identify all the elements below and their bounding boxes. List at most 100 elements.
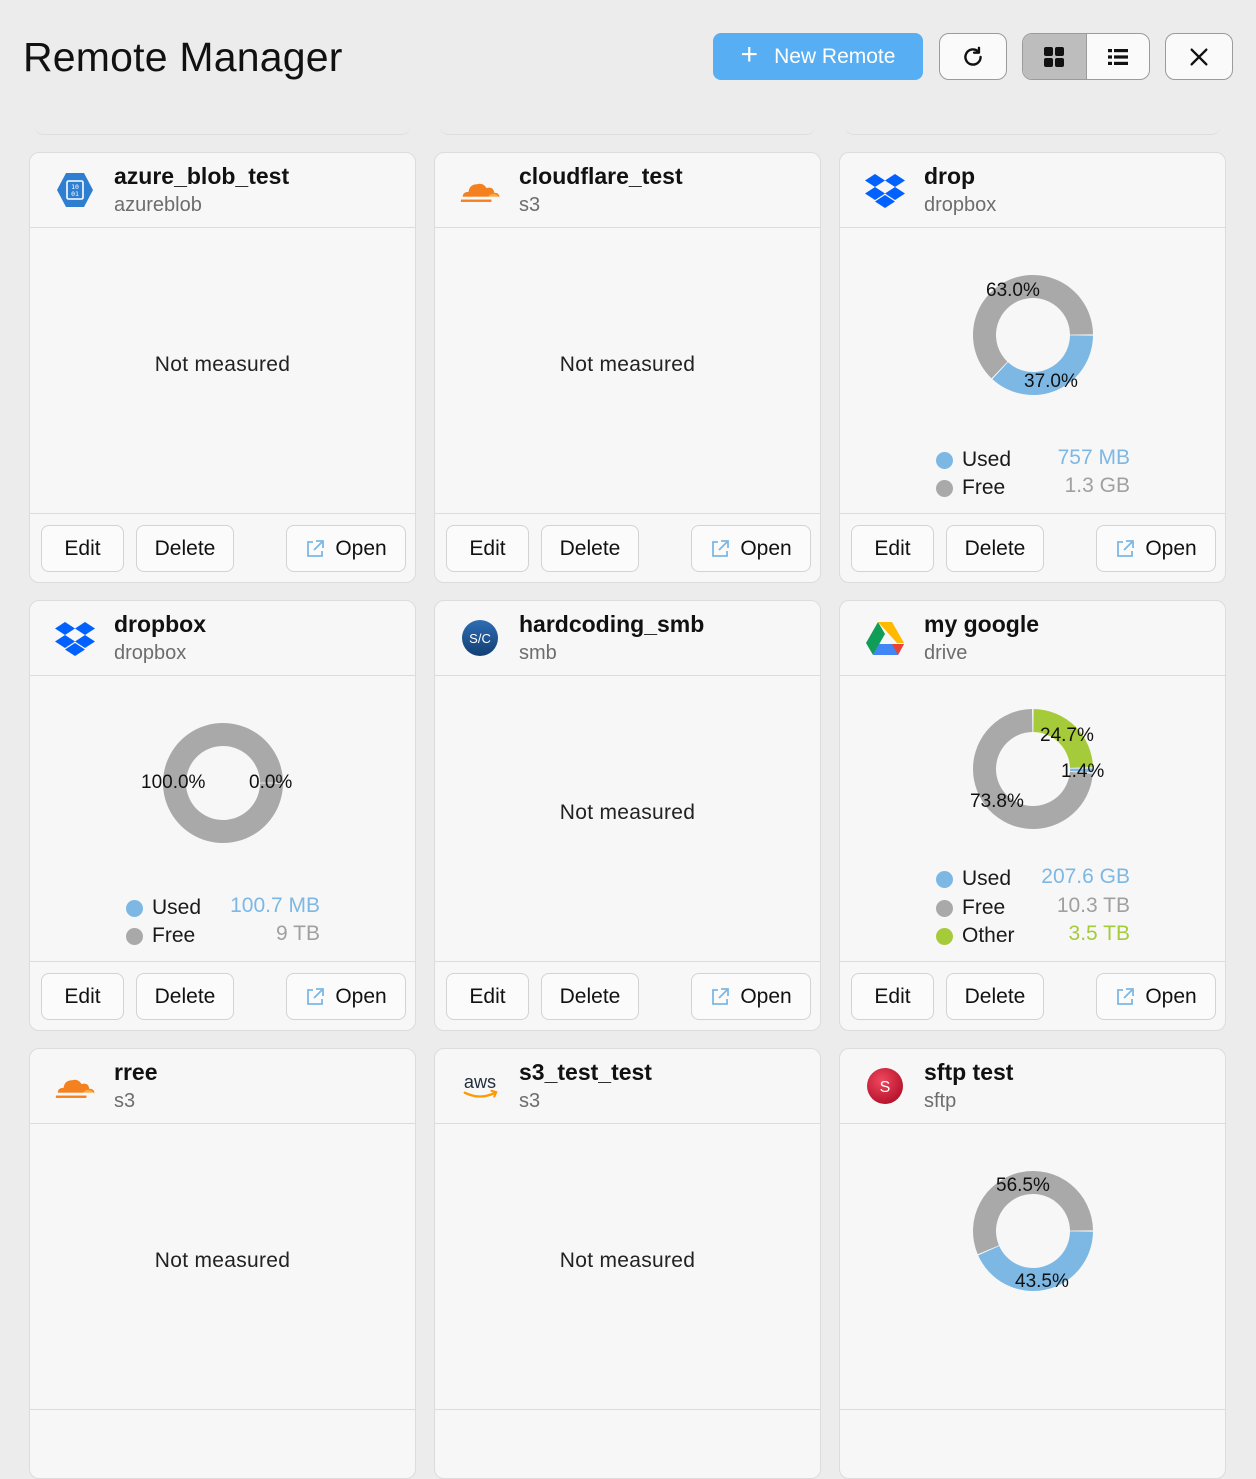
legend-used: Used — [126, 894, 201, 922]
delete-button[interactable]: Delete — [541, 525, 639, 572]
edit-button[interactable]: Edit — [851, 973, 934, 1020]
sftp-icon: S — [864, 1065, 906, 1107]
edit-button[interactable]: Edit — [851, 525, 934, 572]
remote-name: cloudflare_test — [519, 163, 683, 189]
card-body: Not measured — [30, 228, 415, 514]
remote-type: s3 — [114, 1090, 136, 1112]
card-footer: Edit Delete Open — [840, 962, 1225, 1030]
remote-name: azure_blob_test — [114, 163, 290, 189]
open-label: Open — [335, 536, 387, 560]
remote-type: dropbox — [924, 194, 997, 216]
other-percent-label: 24.7% — [1040, 725, 1094, 746]
card-footer: Edit Delete Open — [435, 514, 820, 582]
used-percent-label: 1.4% — [1061, 761, 1105, 782]
free-swatch — [936, 479, 953, 497]
legend-used: Used — [936, 865, 1011, 893]
plus-icon: + — [740, 38, 759, 71]
scrolled-card-edge — [844, 120, 1221, 135]
usage-status: Not measured — [154, 1249, 291, 1272]
header: Remote Manager + New Remote — [0, 0, 1256, 120]
page-title: Remote Manager — [23, 34, 343, 80]
free-swatch — [126, 927, 143, 945]
dropbox-icon — [864, 169, 906, 211]
view-toggle — [1022, 33, 1150, 80]
card-header: my google drive — [840, 601, 1225, 676]
external-link-icon — [305, 539, 325, 559]
usage-donut — [973, 709, 1093, 829]
open-button[interactable]: Open — [1096, 525, 1216, 572]
usage-status: Not measured — [559, 801, 696, 824]
card-footer: Edit Delete Open — [435, 962, 820, 1030]
card-header: S sftp test sftp — [840, 1049, 1225, 1124]
open-button[interactable]: Open — [286, 973, 406, 1020]
remote-type: drive — [924, 642, 968, 664]
remote-card: cloudflare_test s3 Not measured Edit Del… — [434, 152, 821, 583]
edit-button[interactable]: Edit — [446, 973, 529, 1020]
legend-value: 100.7 MB — [230, 894, 320, 917]
used-percent-label: 43.5% — [1015, 1271, 1069, 1292]
usage-status: Not measured — [559, 1249, 696, 1272]
free-percent-label: 73.8% — [970, 791, 1024, 812]
card-body: 24.7% 1.4% 73.8% Used 207.6 GB Free 10.3… — [840, 676, 1225, 962]
open-button[interactable]: Open — [691, 973, 811, 1020]
card-footer: Edit Delete Open — [30, 514, 415, 582]
external-link-icon — [305, 987, 325, 1007]
remote-card: 10 01 azure_blob_test azureblob Not meas… — [29, 152, 416, 583]
used-percent-label: 0.0% — [249, 772, 293, 793]
delete-button[interactable]: Delete — [136, 973, 234, 1020]
open-button[interactable]: Open — [286, 525, 406, 572]
open-label: Open — [335, 984, 387, 1008]
card-body: Not measured — [30, 1124, 415, 1410]
list-view-button[interactable] — [1087, 34, 1150, 79]
card-body: 56.5% 43.5% — [840, 1124, 1225, 1410]
cloudflare-icon — [459, 169, 501, 211]
grid-view-button[interactable] — [1023, 34, 1087, 79]
legend-label: Free — [152, 924, 196, 947]
card-header: cloudflare_test s3 — [435, 153, 820, 228]
legend-label: Used — [152, 896, 202, 919]
card-header: drop dropbox — [840, 153, 1225, 228]
legend-used: Used — [936, 446, 1011, 474]
free-percent-label: 100.0% — [141, 772, 206, 793]
usage-status: Not measured — [559, 353, 696, 376]
delete-button[interactable]: Delete — [946, 525, 1044, 572]
new-remote-button[interactable]: + New Remote — [713, 33, 923, 80]
card-body: Not measured — [435, 676, 820, 962]
open-button[interactable]: Open — [1096, 973, 1216, 1020]
legend-label: Other — [962, 924, 1015, 947]
card-body: Not measured — [435, 1124, 820, 1410]
legend-value: 757 MB — [1057, 446, 1130, 469]
card-header: aws s3_test_test s3 — [435, 1049, 820, 1124]
legend-value: 10.3 TB — [1056, 894, 1130, 917]
remote-type: s3 — [519, 1090, 541, 1112]
refresh-button[interactable] — [939, 33, 1007, 80]
usage-donut — [973, 1171, 1093, 1291]
edit-button[interactable]: Edit — [41, 525, 124, 572]
delete-button[interactable]: Delete — [136, 525, 234, 572]
used-swatch — [936, 870, 953, 888]
open-button[interactable]: Open — [691, 525, 811, 572]
remote-card: aws s3_test_test s3 Not measured — [434, 1048, 821, 1479]
sftp-icon-text: S — [880, 1079, 891, 1096]
open-label: Open — [740, 984, 792, 1008]
remote-card: S sftp test sftp 56.5% 43.5% — [839, 1048, 1226, 1479]
used-swatch — [126, 899, 143, 917]
edit-button[interactable]: Edit — [41, 973, 124, 1020]
external-link-icon — [1115, 987, 1135, 1007]
delete-button[interactable]: Delete — [541, 973, 639, 1020]
list-icon — [1107, 48, 1128, 65]
card-body: 100.0% 0.0% Used 100.7 MB Free 9 TB — [30, 676, 415, 962]
dropbox-icon — [54, 617, 96, 659]
edit-button[interactable]: Edit — [446, 525, 529, 572]
close-button[interactable] — [1165, 33, 1233, 80]
open-label: Open — [1145, 536, 1197, 560]
svg-text:01: 01 — [71, 190, 79, 198]
remote-card: rree s3 Not measured — [29, 1048, 416, 1479]
remote-name: hardcoding_smb — [519, 611, 705, 637]
remote-name: s3_test_test — [519, 1059, 652, 1085]
delete-button[interactable]: Delete — [946, 973, 1044, 1020]
legend-free: Free — [126, 922, 195, 950]
card-body: 63.0% 37.0% Used 757 MB Free 1.3 GB — [840, 228, 1225, 514]
remote-name: my google — [924, 611, 1040, 637]
azure-blob-icon: 10 01 — [54, 169, 96, 211]
